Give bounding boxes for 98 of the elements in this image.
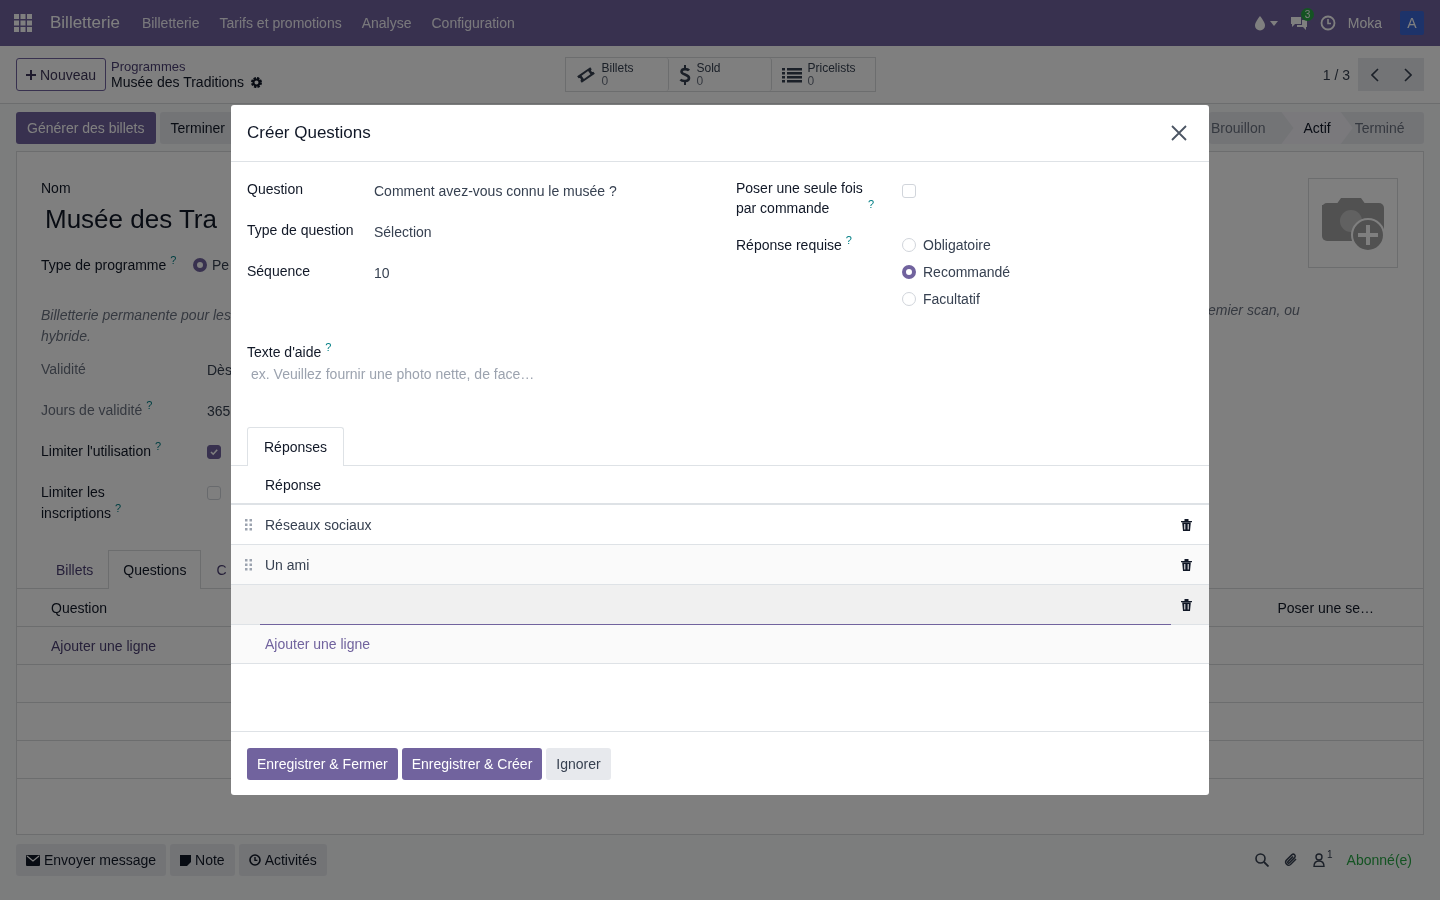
trash-icon[interactable]	[1181, 518, 1192, 531]
next-button[interactable]	[1391, 58, 1424, 91]
check-icon	[209, 446, 219, 457]
dollar-icon	[678, 64, 691, 85]
ticket-icon	[575, 65, 596, 84]
app-name[interactable]: Billetterie	[50, 13, 120, 33]
add-line-link[interactable]: Ajouter une ligne	[265, 636, 371, 652]
trash-icon[interactable]	[1181, 598, 1192, 611]
chatter-button[interactable]: Envoyer message	[16, 844, 167, 876]
column-header[interactable]: Question	[51, 599, 108, 616]
field-label: Réponse requise	[736, 237, 842, 253]
field-label: Jours de validité	[41, 402, 143, 418]
close-icon	[1171, 125, 1187, 141]
radio-label[interactable]: Pe	[212, 257, 230, 273]
image-placeholder[interactable]	[1308, 178, 1398, 268]
user-avatar[interactable]: A	[1400, 11, 1424, 35]
help-mark[interactable]: ?	[325, 341, 332, 353]
caret-icon[interactable]	[1269, 20, 1278, 26]
chatter-button[interactable]: Note	[170, 844, 235, 876]
droplet-icon[interactable]	[1253, 15, 1266, 31]
stage-button[interactable]: Terminé	[1352, 112, 1421, 144]
list-icon	[781, 66, 802, 83]
radio-label[interactable]: Recommandé	[923, 264, 1011, 280]
field-value[interactable]: 10	[374, 265, 736, 304]
close-button[interactable]	[1171, 125, 1187, 141]
radio-label[interactable]: Obligatoire	[923, 237, 991, 253]
dialog-button[interactable]: Ignorer	[546, 747, 611, 780]
menu-item[interactable]: Configuration	[421, 15, 525, 31]
help-text-field[interactable]: ex. Veuillez fournir une photo nette, de face…	[247, 360, 717, 388]
checkbox[interactable]	[207, 444, 221, 459]
menu-item[interactable]: Billetterie	[131, 15, 210, 31]
dialog-button[interactable]: Enregistrer & Fermer	[247, 747, 398, 780]
record-name: Musée des Tra	[45, 203, 218, 236]
table-cell[interactable]: Réseaux sociaux	[265, 516, 1181, 533]
description-text: emier scan, ou	[1208, 302, 1300, 318]
follower-count[interactable]: 1	[1327, 849, 1333, 860]
dialog-title: Créer Questions	[247, 123, 371, 143]
column-header[interactable]: Poser une se…	[1277, 599, 1374, 616]
chatter-button[interactable]: Activités	[238, 844, 327, 876]
trash-icon[interactable]	[1181, 558, 1192, 571]
search-icon[interactable]	[1255, 853, 1270, 867]
field-label: Limiter les inscriptions	[41, 484, 112, 521]
previous-button[interactable]	[1358, 58, 1391, 91]
plus-icon	[26, 69, 36, 80]
apps-menu-icon[interactable]	[14, 14, 32, 32]
person-icon[interactable]	[1313, 853, 1326, 867]
add-line-link[interactable]: Ajouter une ligne	[51, 637, 157, 654]
help-mark[interactable]: ?	[868, 198, 875, 210]
stage-button[interactable]: Actif	[1281, 112, 1353, 144]
dialog-button[interactable]: Enregistrer & Créer	[401, 747, 543, 780]
clock-icon[interactable]	[1319, 15, 1336, 31]
breadcrumb-link[interactable]: Programmes	[111, 59, 264, 74]
envelope-icon	[26, 854, 40, 866]
field-label: Type de question	[247, 222, 355, 240]
help-mark[interactable]: ?	[146, 399, 153, 411]
menu-item[interactable]: Analyse	[351, 15, 422, 31]
field-label: Question	[247, 181, 305, 199]
radio-button[interactable]	[902, 265, 916, 279]
help-mark[interactable]: ?	[115, 502, 122, 514]
tab[interactable]: Réponses	[247, 427, 345, 466]
radio-label[interactable]: Facultatif	[923, 291, 980, 307]
tab[interactable]: Questions	[108, 550, 202, 589]
notification-badge: 3	[1300, 7, 1315, 21]
field-label: Séquence	[247, 263, 312, 281]
drag-handle-icon[interactable]	[244, 558, 252, 571]
column-header[interactable]: Réponse	[265, 476, 322, 493]
field-value: 365	[207, 402, 231, 419]
clock-icon	[248, 854, 261, 866]
company-name[interactable]: Moka	[1347, 15, 1382, 31]
chevron-right-icon	[1403, 67, 1412, 82]
note-icon	[180, 854, 192, 866]
status-action-button[interactable]: Générer des billets	[16, 112, 156, 144]
tab[interactable]: C	[201, 550, 228, 589]
help-mark[interactable]: ?	[845, 234, 852, 246]
field-value[interactable]: Comment avez-vous connu le musée ?	[374, 183, 736, 222]
field-value: Dès	[207, 361, 232, 378]
chevron-left-icon	[1370, 67, 1379, 82]
field-label: Poser une seule fois par commande	[736, 179, 864, 218]
field-label: Texte d'aide	[247, 344, 322, 360]
drag-handle-icon[interactable]	[244, 518, 252, 531]
record-title: Musée des Traditions	[111, 74, 245, 90]
settings-icon[interactable]	[250, 75, 264, 89]
menu-item[interactable]: Tarifs et promotions	[209, 15, 352, 31]
tab[interactable]: Billets	[41, 550, 109, 589]
stage-button[interactable]: Brouillon	[1209, 112, 1282, 144]
new-button[interactable]: Nouveau	[16, 58, 107, 91]
field-value[interactable]: Sélection	[374, 224, 736, 263]
field-label: Type de programme	[41, 257, 167, 273]
field-label: Nom	[41, 180, 72, 196]
description-text: Billetterie permanente pour les hybride.	[41, 306, 231, 346]
paperclip-icon[interactable]	[1283, 852, 1300, 868]
field-label: Limiter l'utilisation	[41, 443, 152, 459]
follow-status[interactable]: Abonné(e)	[1346, 852, 1412, 868]
help-mark[interactable]: ?	[155, 440, 162, 452]
field-label: Validité	[41, 361, 86, 377]
help-mark[interactable]: ?	[170, 254, 177, 266]
radio-button[interactable]	[193, 258, 207, 272]
pager-value[interactable]: 1 / 3	[1322, 66, 1350, 83]
